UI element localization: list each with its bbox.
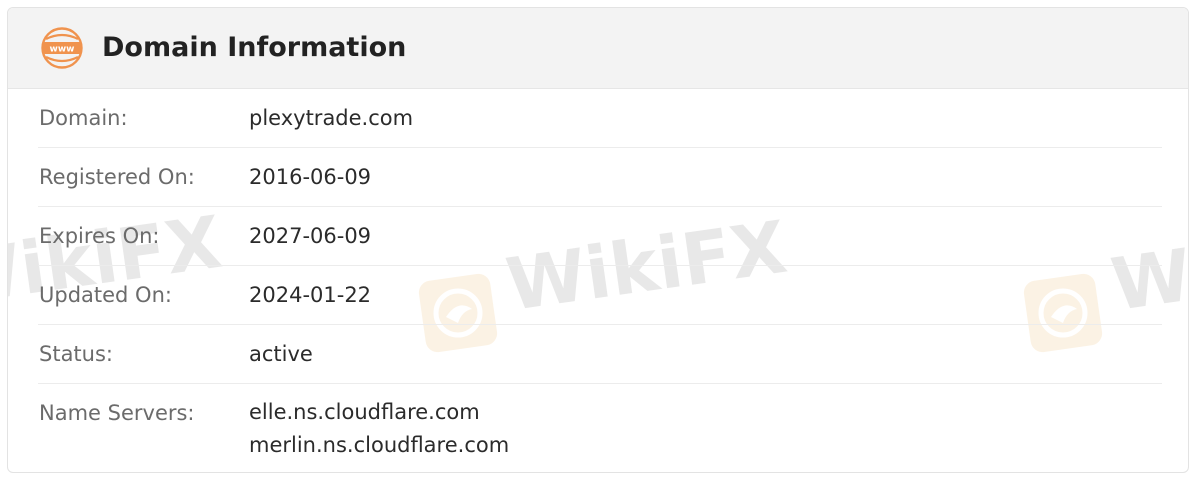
row-value: 2027-06-09 xyxy=(249,224,372,248)
www-globe-icon: www xyxy=(41,27,83,69)
domain-info-table: Domain: plexytrade.com Registered On: 20… xyxy=(38,89,1162,472)
www-icon-text: www xyxy=(50,45,75,55)
info-row-status: Status: active xyxy=(38,325,1162,384)
card-header: www Domain Information xyxy=(8,8,1188,89)
info-row-registered-on: Registered On: 2016-06-09 xyxy=(38,148,1162,207)
domain-information-card: www Domain Information WikiFX WikiFX Wik… xyxy=(7,7,1189,473)
name-server-item: elle.ns.cloudflare.com xyxy=(249,400,480,424)
row-value: 2016-06-09 xyxy=(249,165,372,189)
info-row-updated-on: Updated On: 2024-01-22 xyxy=(38,266,1162,325)
row-label: Status: xyxy=(39,342,113,366)
row-value: active xyxy=(249,342,313,366)
row-label: Domain: xyxy=(39,106,128,130)
row-label: Expires On: xyxy=(39,224,160,248)
row-label: Name Servers: xyxy=(39,401,195,425)
row-value: 2024-01-22 xyxy=(249,283,372,307)
row-label: Registered On: xyxy=(39,165,195,189)
info-row-domain: Domain: plexytrade.com xyxy=(38,89,1162,148)
info-row-name-servers: Name Servers: elle.ns.cloudflare.com mer… xyxy=(38,384,1162,472)
info-row-expires-on: Expires On: 2027-06-09 xyxy=(38,207,1162,266)
card-title: Domain Information xyxy=(102,32,407,63)
row-label: Updated On: xyxy=(39,283,172,307)
name-server-item: merlin.ns.cloudflare.com xyxy=(249,433,510,457)
name-servers-list: elle.ns.cloudflare.com merlin.ns.cloudfl… xyxy=(249,396,509,462)
row-value: plexytrade.com xyxy=(249,106,414,130)
